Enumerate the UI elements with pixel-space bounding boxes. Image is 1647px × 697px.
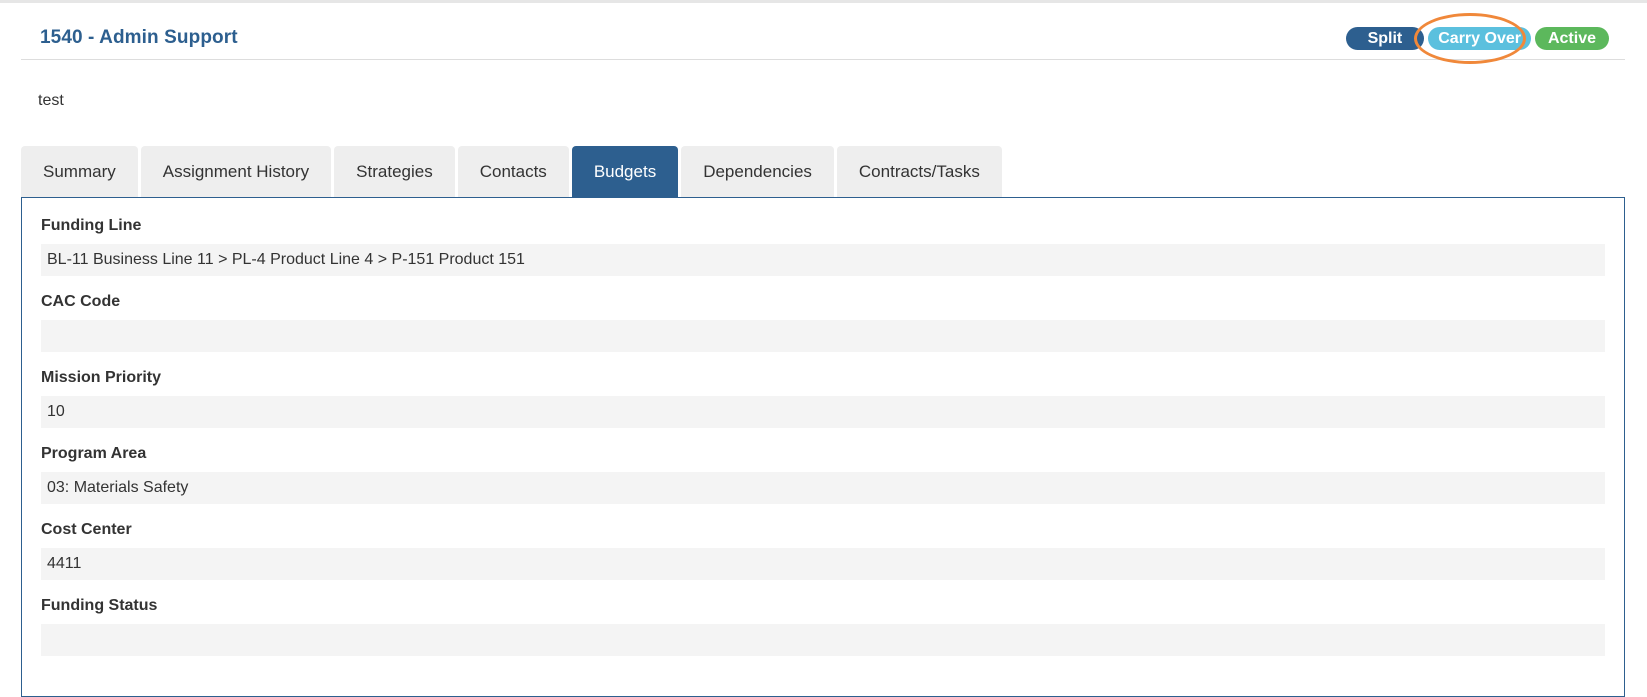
mission-priority-label: Mission Priority	[41, 369, 162, 386]
page-header: 1540 - Admin Support Split Carry Over Ac…	[21, 16, 1625, 60]
program-area-label: Program Area	[41, 445, 147, 462]
mission-priority-value: 10	[41, 396, 1605, 428]
carry-over-badge[interactable]: Carry Over	[1428, 27, 1531, 50]
program-area-field: Program Area 03: Materials Safety	[41, 444, 1605, 504]
page-title: 1540 - Admin Support	[40, 27, 238, 48]
cost-center-value: 4411	[41, 548, 1605, 580]
cost-center-label: Cost Center	[41, 521, 132, 538]
cac-code-label: CAC Code	[41, 293, 121, 310]
tab-dependencies[interactable]: Dependencies	[681, 146, 834, 197]
funding-status-label: Funding Status	[41, 597, 158, 614]
tab-assignment-history[interactable]: Assignment History	[140, 146, 332, 197]
funding-line-value: BL-11 Business Line 11 > PL-4 Product Li…	[41, 244, 1605, 276]
tab-budgets[interactable]: Budgets	[571, 146, 679, 197]
funding-status-value	[41, 624, 1605, 656]
tab-summary[interactable]: Summary	[21, 146, 138, 197]
tab-contacts[interactable]: Contacts	[457, 146, 569, 197]
top-rule	[0, 0, 1647, 3]
status-badges: Split Carry Over Active	[1345, 27, 1609, 50]
funding-status-field: Funding Status	[41, 596, 1605, 656]
description-text: test	[38, 92, 64, 109]
cost-center-field: Cost Center 4411	[41, 520, 1605, 580]
tab-bar: Summary Assignment History Strategies Co…	[21, 146, 1002, 197]
cac-code-field: CAC Code	[41, 292, 1605, 352]
split-badge[interactable]: Split	[1345, 27, 1425, 50]
funding-line-field: Funding Line BL-11 Business Line 11 > PL…	[41, 216, 1605, 276]
tab-contracts-tasks[interactable]: Contracts/Tasks	[836, 146, 1002, 197]
tab-strategies[interactable]: Strategies	[334, 146, 455, 197]
funding-line-label: Funding Line	[41, 217, 142, 234]
cac-code-value	[41, 320, 1605, 352]
program-area-value: 03: Materials Safety	[41, 472, 1605, 504]
active-badge[interactable]: Active	[1534, 27, 1609, 50]
budgets-panel: Funding Line BL-11 Business Line 11 > PL…	[21, 197, 1625, 697]
mission-priority-field: Mission Priority 10	[41, 368, 1605, 428]
